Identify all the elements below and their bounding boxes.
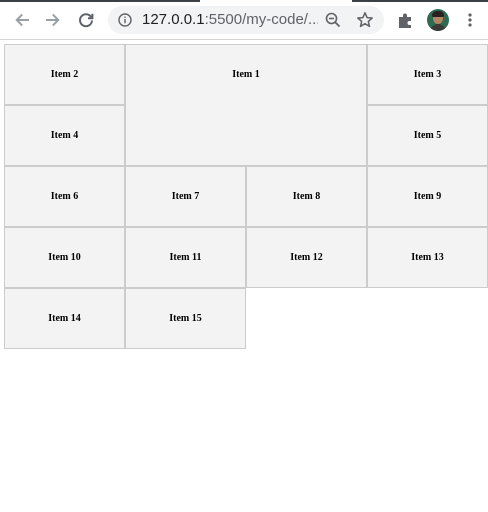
kebab-menu-icon[interactable]	[462, 10, 478, 30]
arrow-right-icon	[46, 13, 60, 27]
grid-item-6: Item 6	[4, 166, 125, 227]
forward-button[interactable]	[40, 8, 66, 32]
url-host: 127.0.0.1	[142, 11, 205, 28]
grid-item-3: Item 3	[367, 44, 488, 105]
url-text[interactable]: 127.0.0.1:5500/my-code/...	[142, 11, 318, 29]
grid-item-13: Item 13	[367, 227, 488, 288]
grid-item-15: Item 15	[125, 288, 246, 349]
url-path: :5500/my-code/...	[204, 11, 318, 28]
back-button[interactable]	[9, 8, 35, 32]
grid-item-5: Item 5	[367, 105, 488, 166]
grid-item-1: Item 1	[125, 44, 367, 166]
grid-item-8: Item 8	[246, 166, 367, 227]
avatar-body	[430, 24, 446, 31]
zoom-out-icon[interactable]	[325, 12, 341, 28]
avatar[interactable]	[427, 9, 449, 31]
grid-container: Item 1 Item 2 Item 3 Item 4 Item 5 Item …	[4, 44, 488, 349]
star-icon[interactable]	[356, 11, 374, 29]
grid-item-7: Item 7	[125, 166, 246, 227]
arrow-left-icon	[15, 13, 29, 27]
reload-icon	[79, 13, 94, 28]
address-bar[interactable]: 127.0.0.1:5500/my-code/...	[108, 6, 384, 34]
grid-item-4: Item 4	[4, 105, 125, 166]
avatar-hair	[432, 11, 444, 17]
grid-item-11: Item 11	[125, 227, 246, 288]
puzzle-icon[interactable]	[396, 10, 416, 30]
reload-button[interactable]	[73, 8, 99, 32]
tab-strip-edge	[352, 0, 488, 2]
grid-item-9: Item 9	[367, 166, 488, 227]
browser-toolbar: 127.0.0.1:5500/my-code/...	[0, 0, 488, 40]
grid-item-2: Item 2	[4, 44, 125, 105]
info-icon[interactable]	[118, 13, 132, 27]
grid-item-14: Item 14	[4, 288, 125, 349]
grid-item-10: Item 10	[4, 227, 125, 288]
grid-item-12: Item 12	[246, 227, 367, 288]
tab-strip-edge	[0, 0, 200, 2]
